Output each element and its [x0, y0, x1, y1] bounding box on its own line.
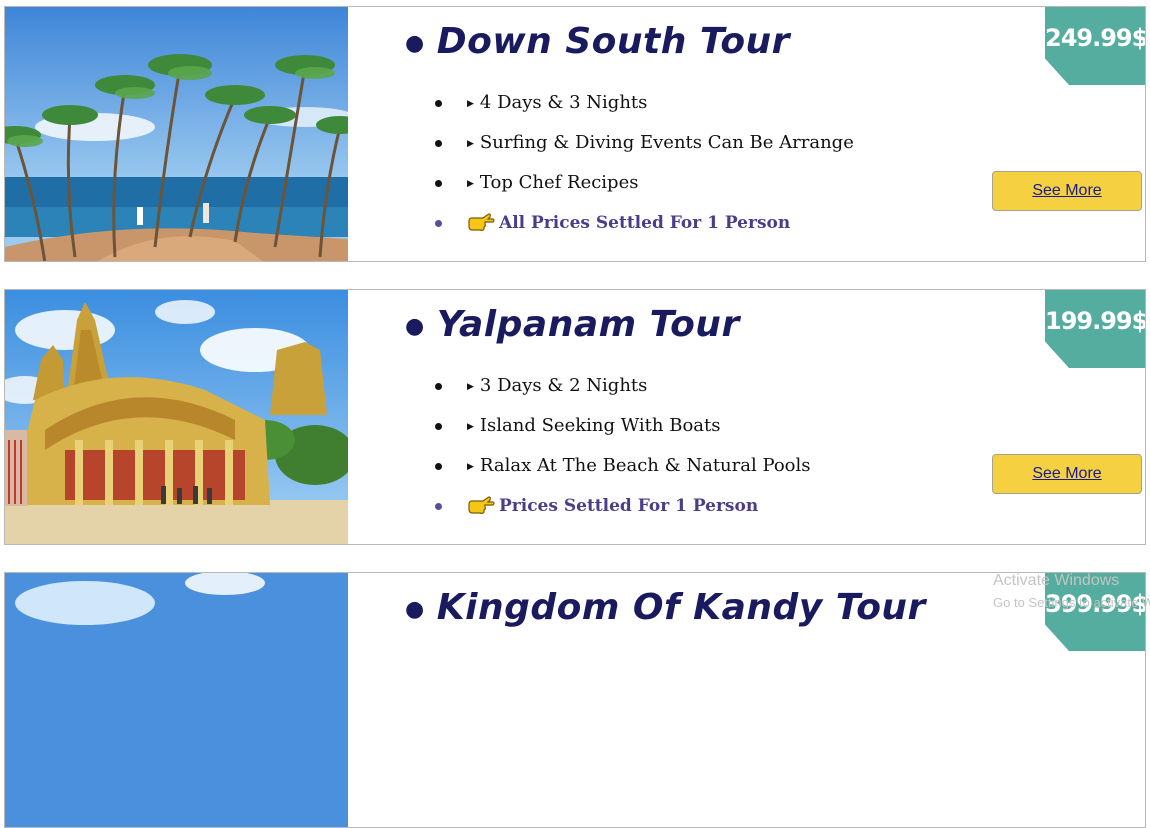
- tour-photo-temple: [5, 290, 348, 544]
- pointing-hand-icon: [468, 213, 495, 231]
- sky-landscape-image: [5, 573, 348, 827]
- triangle-bullet-icon: ▶: [467, 422, 474, 432]
- price-badge: 249.99$: [1045, 7, 1145, 85]
- price-badge: 199.99$: [1045, 290, 1145, 368]
- feature-item: ▶ 3 Days & 2 Nights: [435, 370, 811, 410]
- feature-item: ▶ Island Seeking With Boats: [435, 410, 811, 450]
- title-bullet: ●: [405, 30, 425, 56]
- price-note: All Prices Settled For 1 Person: [435, 207, 854, 247]
- tour-title: ● Yalpanam Tour: [405, 304, 740, 345]
- see-more-button[interactable]: See More: [992, 171, 1142, 211]
- feature-list: ▶ 3 Days & 2 Nights ▶ Island Seeking With …: [435, 370, 811, 530]
- tour-card: ● Yalpanam Tour ▶ 3 Days & 2 Nights ▶ Islan…: [4, 289, 1146, 545]
- tour-title: ● Kingdom Of Kandy Tour: [405, 587, 926, 628]
- hindu-temple-image: [5, 290, 348, 544]
- triangle-bullet-icon: ▶: [467, 462, 474, 472]
- feature-item: ▶ Ralax At The Beach & Natural Pools: [435, 450, 811, 490]
- title-bullet: ●: [405, 313, 425, 339]
- title-bullet: ●: [405, 596, 425, 622]
- feature-item: ▶ Surfing & Diving Events Can Be Arrange: [435, 127, 854, 167]
- price-note: Prices Settled For 1 Person: [435, 490, 811, 530]
- triangle-bullet-icon: ▶: [467, 179, 474, 189]
- price-badge: 399.99$: [1045, 573, 1145, 651]
- pointing-hand-icon: [468, 496, 495, 514]
- tour-title: ● Down South Tour: [405, 21, 790, 62]
- palm-beach-image: [5, 7, 348, 261]
- tour-card: ● Kingdom Of Kandy Tour 399.99$: [4, 572, 1146, 828]
- feature-item: ▶ 4 Days & 3 Nights: [435, 87, 854, 127]
- tour-card: ● Down South Tour ▶ 4 Days & 3 Nights ▶ Sur…: [4, 6, 1146, 262]
- triangle-bullet-icon: ▶: [467, 139, 474, 149]
- feature-list: ▶ 4 Days & 3 Nights ▶ Surfing & Diving Eve…: [435, 87, 854, 247]
- tour-photo-beach: [5, 7, 348, 261]
- triangle-bullet-icon: ▶: [467, 99, 474, 109]
- see-more-button[interactable]: See More: [992, 454, 1142, 494]
- feature-item: ▶ Top Chef Recipes: [435, 167, 854, 207]
- tour-photo-kandy: [5, 573, 348, 827]
- triangle-bullet-icon: ▶: [467, 382, 474, 392]
